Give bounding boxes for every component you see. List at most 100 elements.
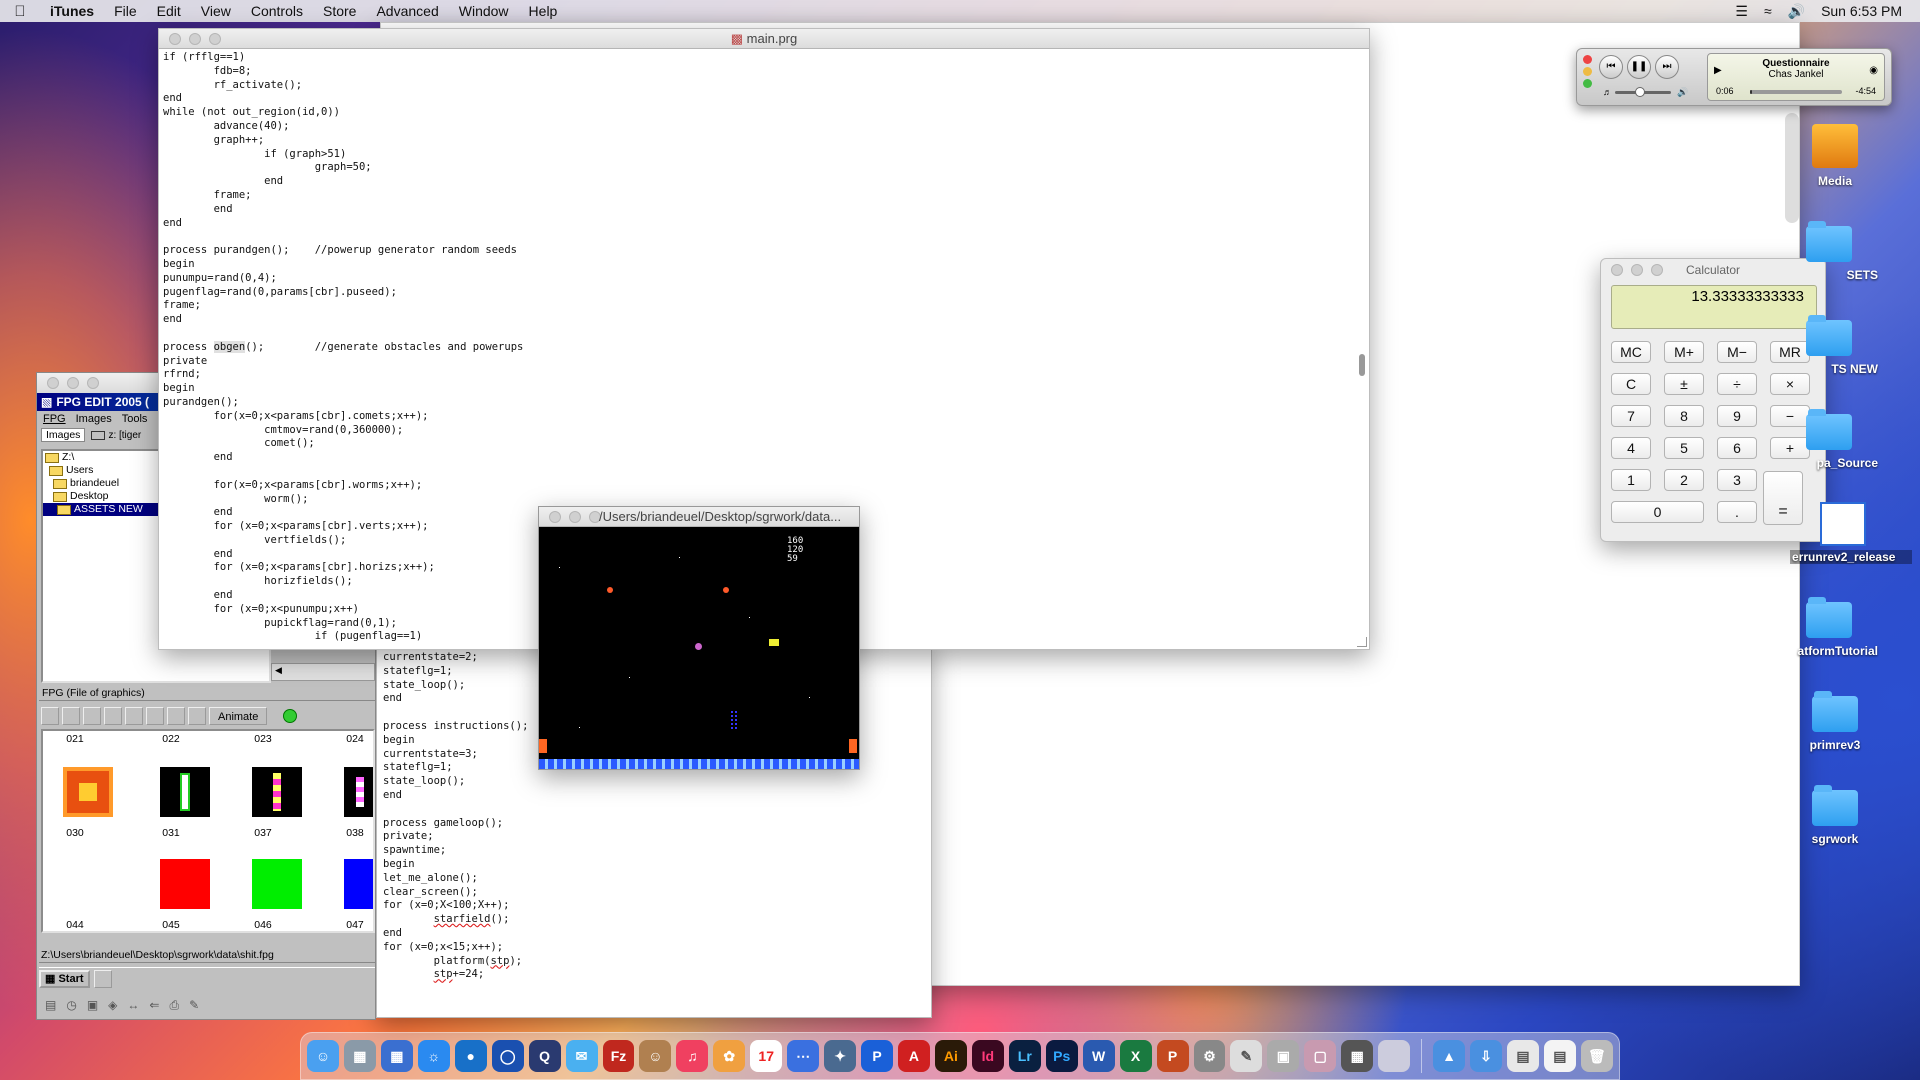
status-green-icon[interactable]	[283, 709, 298, 723]
desktop-icon-assets[interactable]: SETS	[1780, 221, 1878, 282]
desktop-icon-release[interactable]: errunrev2_release	[1790, 502, 1912, 564]
import-icon[interactable]	[125, 707, 143, 725]
pause-icon[interactable]: ❚❚	[1627, 55, 1651, 79]
system-preferences-icon[interactable]: ⚙	[1193, 1040, 1226, 1072]
fpg-menu-images[interactable]: Images	[76, 413, 112, 425]
zoom-button[interactable]	[589, 510, 601, 523]
desktop-icon-pa-source[interactable]: pa_Source	[1780, 409, 1878, 470]
calc-button[interactable]: 7	[1611, 405, 1651, 427]
minimize-button[interactable]	[189, 32, 201, 45]
arrows-icon[interactable]: ↔	[127, 998, 139, 1012]
back-icon[interactable]: ⇐	[149, 998, 159, 1012]
menu-edit[interactable]: Edit	[147, 3, 191, 19]
lightroom-icon[interactable]: Lr	[1008, 1040, 1041, 1072]
disk-icon[interactable]: ▣	[87, 998, 98, 1012]
play-icon[interactable]: ▶	[1714, 65, 1722, 76]
trash-icon[interactable]: 🗑	[1580, 1040, 1613, 1072]
photoshop-icon[interactable]: Ps	[1045, 1040, 1078, 1072]
calc-button[interactable]: ×	[1770, 373, 1810, 395]
close-button[interactable]	[1583, 55, 1592, 64]
save-icon[interactable]	[83, 707, 101, 725]
view-details-icon[interactable]	[188, 707, 206, 725]
desktop-icon-assets-new[interactable]: TS NEW	[1780, 315, 1878, 376]
screenshot-stack-icon[interactable]: ▤	[1543, 1040, 1576, 1072]
preview-icon[interactable]: ▣	[1267, 1040, 1300, 1072]
menu-controls[interactable]: Controls	[241, 3, 313, 19]
quicktime-icon[interactable]: Q	[528, 1040, 561, 1072]
wifi-icon[interactable]: ≈	[1764, 3, 1772, 19]
calc-button[interactable]: 0	[1611, 501, 1704, 523]
calc-button[interactable]: ÷	[1717, 373, 1757, 395]
calc-button[interactable]: 5	[1664, 437, 1704, 459]
thumb-green[interactable]	[252, 859, 302, 909]
browser-icon[interactable]: ◯	[491, 1040, 524, 1072]
start-button[interactable]: ▦ Start	[39, 969, 90, 988]
menu-view[interactable]: View	[191, 3, 241, 19]
calc-button[interactable]: 2	[1664, 469, 1704, 491]
view-grid-icon[interactable]	[167, 707, 185, 725]
desktop-icon-primrev3[interactable]: primrev3	[1780, 691, 1890, 752]
clock-icon[interactable]: ◷	[66, 998, 76, 1012]
finder-icon[interactable]: ☺	[307, 1040, 339, 1072]
filezilla-icon[interactable]: Fz	[602, 1040, 635, 1072]
volume-icon[interactable]: 🔊	[1788, 3, 1805, 20]
menu-help[interactable]: Help	[519, 3, 568, 19]
calc-button[interactable]: 8	[1664, 405, 1704, 427]
mail-icon[interactable]: ✉	[565, 1040, 598, 1072]
calc-button[interactable]: .	[1717, 501, 1757, 523]
thumb-red[interactable]	[160, 859, 210, 909]
calc-button[interactable]: 1	[1611, 469, 1651, 491]
cube-icon[interactable]: ◈	[108, 998, 117, 1012]
acrobat-icon[interactable]: A	[898, 1040, 930, 1072]
calendar-icon[interactable]: 17	[750, 1040, 783, 1072]
p-app-icon[interactable]: P	[861, 1040, 893, 1072]
blank-app-icon[interactable]	[1378, 1040, 1411, 1072]
contacts-icon[interactable]: ☺	[639, 1040, 672, 1072]
menu-window[interactable]: Window	[449, 3, 519, 19]
applications-folder-icon[interactable]: ▲	[1433, 1040, 1466, 1072]
calc-button[interactable]: 3	[1717, 469, 1757, 491]
calc-button[interactable]: 6	[1717, 437, 1757, 459]
menu-file[interactable]: File	[104, 3, 147, 19]
game-canvas[interactable]: 160 120 59	[539, 527, 859, 769]
downloads-folder-icon[interactable]: ⇩	[1470, 1040, 1502, 1072]
horizontal-scrollbar[interactable]: ◀	[271, 663, 375, 681]
documents-stack-icon[interactable]: ▤	[1507, 1040, 1539, 1072]
safari-icon[interactable]: ☼	[417, 1040, 450, 1072]
textedit-icon[interactable]: ✎	[1230, 1040, 1263, 1072]
calc-button[interactable]: M−	[1717, 341, 1757, 363]
firefox-icon[interactable]: ●	[454, 1040, 487, 1072]
menubar-clock[interactable]: Sun 6:53 PM	[1821, 3, 1902, 19]
close-button[interactable]	[169, 32, 181, 45]
apple-icon[interactable]: 	[0, 3, 40, 20]
thumb-ship-sprite[interactable]	[160, 767, 210, 817]
calc-button[interactable]: M+	[1664, 341, 1704, 363]
illustrator-icon[interactable]: Ai	[934, 1040, 967, 1072]
save-as-icon[interactable]	[104, 707, 122, 725]
view-list-icon[interactable]	[146, 707, 164, 725]
thumb-blue[interactable]	[344, 859, 373, 909]
launchpad-icon[interactable]: ▦	[380, 1040, 413, 1072]
excel-icon[interactable]: X	[1119, 1040, 1152, 1072]
music-icon[interactable]: ♫	[676, 1040, 709, 1072]
desktop-icon-platform-tutorial[interactable]: atformTutorial	[1780, 597, 1878, 658]
volume-slider[interactable]	[1615, 87, 1671, 97]
list-icon[interactable]: ☰	[1735, 3, 1748, 20]
zoom-button[interactable]	[1583, 79, 1592, 88]
close-button[interactable]	[549, 510, 561, 523]
fpg-menu-tools[interactable]: Tools	[122, 413, 148, 425]
calc-button[interactable]: 9	[1717, 405, 1757, 427]
calc-button[interactable]: C	[1611, 373, 1651, 395]
thumb-orange-sprite[interactable]	[63, 767, 113, 817]
previous-track-icon[interactable]: ⏮	[1599, 55, 1623, 79]
volume-knob[interactable]	[1634, 87, 1645, 97]
menu-store[interactable]: Store	[313, 3, 366, 19]
progress-bar[interactable]	[1750, 90, 1842, 94]
resize-grip-icon[interactable]	[1357, 637, 1367, 647]
minimize-button[interactable]	[1583, 67, 1592, 76]
start-app-icon[interactable]: ▦	[343, 1040, 376, 1072]
calc-button[interactable]: ±	[1664, 373, 1704, 395]
minimize-button[interactable]	[67, 377, 79, 389]
calculator-icon[interactable]: ▦	[1341, 1040, 1374, 1072]
next-track-icon[interactable]: ⏭	[1655, 55, 1679, 79]
